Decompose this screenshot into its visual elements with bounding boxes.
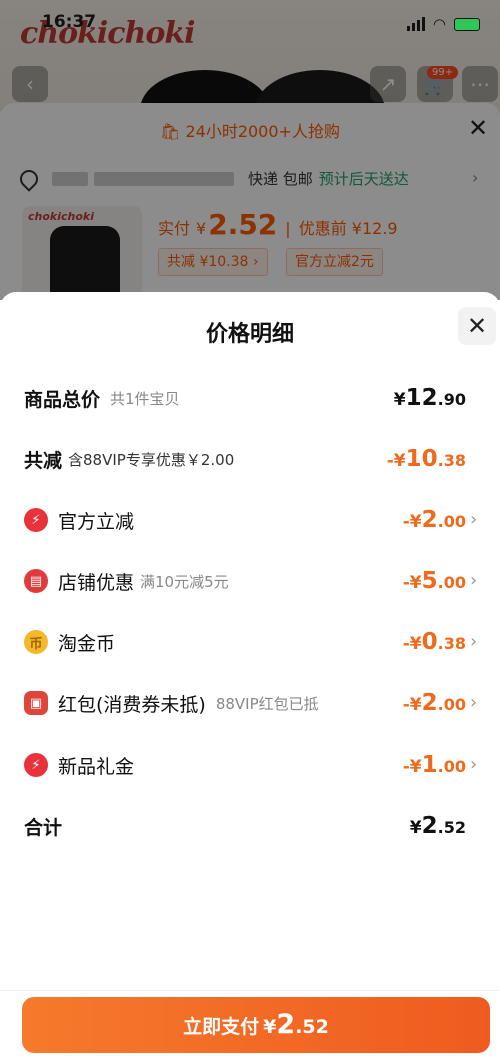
row-amount: ¥12.90 (394, 378, 466, 418)
price-detail-sheet: 价格明细 ✕ 商品总价 共1件宝贝 ¥12.90 共减 含88VIP专享优惠￥2… (0, 292, 500, 1060)
amount-prefix: -¥ (402, 512, 422, 532)
amount-dec: .38 (437, 451, 466, 470)
amount-dec: .00 (437, 512, 466, 531)
amount-int: 5 (421, 568, 438, 594)
wifi-icon: ◠ (432, 15, 446, 33)
amount-dec: .00 (437, 757, 466, 776)
pay-label: 立即支付 (183, 1016, 260, 1038)
row-sub: 含88VIP专享优惠￥2.00 (68, 450, 235, 469)
row-amount: -¥ 0.38 (403, 622, 466, 662)
chevron-right-icon: › (470, 754, 478, 775)
row-label: 合计 (24, 816, 63, 839)
pay-currency: ¥ (263, 1016, 277, 1038)
status-time: 16:37 (42, 12, 97, 32)
row-amount: ¥2.52 (410, 806, 466, 846)
amount-int: 2 (421, 813, 438, 839)
amount-dec: .00 (437, 573, 466, 592)
amount-int: 12 (405, 385, 438, 411)
amount-prefix: ¥ (409, 818, 422, 838)
amount-int: 2 (421, 507, 438, 533)
amount-prefix: -¥ (402, 757, 422, 777)
chevron-right-icon: › (470, 509, 478, 530)
lightning-icon: ⚡ (24, 508, 48, 532)
store-icon: ▤ (24, 569, 48, 593)
lightning-icon: ⚡ (24, 753, 48, 777)
row-total-reduce: 共减 含88VIP专享优惠￥2.00 -¥ 10.38 (0, 439, 500, 479)
amount-int: 0 (421, 629, 438, 655)
amount-prefix: ¥ (393, 390, 406, 410)
amount-dec: .52 (437, 818, 466, 837)
row-total: 合计 ¥2.52 (0, 806, 500, 846)
amount-int: 1 (421, 752, 438, 778)
chevron-right-icon: › (470, 692, 478, 713)
pay-amount-dec: .52 (295, 1016, 329, 1038)
row-official-discount[interactable]: ⚡ 官方立减 -¥ 2.00 › (0, 500, 500, 540)
row-label: 官方立减 (58, 510, 135, 533)
coin-icon: 币 (24, 630, 48, 654)
signal-icon (406, 17, 425, 31)
pay-amount-int: 2 (276, 1009, 296, 1040)
status-icons: ◠ (406, 15, 480, 33)
row-sub: 满10元减5元 (140, 572, 229, 591)
chevron-right-icon: › (470, 570, 478, 591)
amount-dec: .00 (437, 695, 466, 714)
row-goods-total: 商品总价 共1件宝贝 ¥12.90 (0, 378, 500, 418)
battery-icon (454, 17, 480, 31)
bottom-bar: 立即支付 ¥ 2 .52 (0, 990, 500, 1060)
row-amount: -¥ 10.38 (387, 439, 466, 479)
amount-int: 10 (405, 446, 438, 472)
row-label: 淘金币 (58, 632, 116, 655)
modal-overlay[interactable] (0, 0, 500, 300)
row-label: 商品总价 (24, 388, 101, 411)
row-amount: -¥ 2.00 (403, 683, 466, 723)
row-taobao-coins[interactable]: 币 淘金币 -¥ 0.38 › (0, 622, 500, 662)
close-icon: ✕ (466, 312, 488, 340)
amount-dec: .38 (437, 634, 466, 653)
row-new-product-gift[interactable]: ⚡ 新品礼金 -¥ 1.00 › (0, 745, 500, 785)
red-packet-icon: ▣ (24, 691, 48, 715)
amount-dec: .90 (437, 390, 466, 409)
amount-prefix: -¥ (402, 634, 422, 654)
chevron-right-icon: › (470, 631, 478, 652)
row-label: 共减 (24, 449, 63, 472)
row-label: 红包(消费券未抵) (58, 693, 206, 716)
close-button[interactable]: ✕ (458, 307, 496, 345)
amount-prefix: -¥ (402, 695, 422, 715)
row-store-discount[interactable]: ▤ 店铺优惠 满10元减5元 -¥ 5.00 › (0, 561, 500, 601)
pay-now-button[interactable]: 立即支付 ¥ 2 .52 (22, 997, 490, 1053)
row-amount: -¥ 5.00 (403, 561, 466, 601)
sheet-title: 价格明细 (205, 322, 294, 347)
amount-int: 2 (421, 690, 438, 716)
row-sub: 共1件宝贝 (110, 389, 180, 408)
row-sub: 88VIP红包已抵 (215, 694, 319, 713)
row-label: 店铺优惠 (58, 571, 135, 594)
amount-prefix: -¥ (402, 573, 422, 593)
row-label: 新品礼金 (58, 755, 135, 778)
row-amount: -¥ 1.00 (403, 745, 466, 785)
row-red-packet[interactable]: ▣ 红包(消费券未抵) 88VIP红包已抵 -¥ 2.00 › (0, 683, 500, 723)
amount-prefix: -¥ (386, 451, 406, 471)
row-amount: -¥ 2.00 (403, 500, 466, 540)
